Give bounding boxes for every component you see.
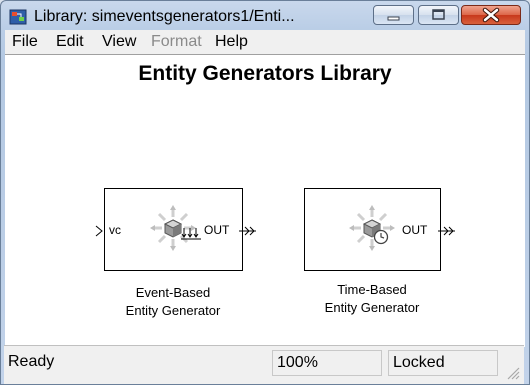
output-port-label: OUT xyxy=(204,223,230,237)
output-port-arrow-icon xyxy=(239,226,256,236)
close-button[interactable] xyxy=(461,5,521,25)
menu-view[interactable]: View xyxy=(102,33,136,51)
event-based-generator-label: Event-Based Entity Generator xyxy=(88,284,258,320)
label-line: Event-Based xyxy=(135,285,211,300)
event-arrows-icon xyxy=(181,228,201,240)
label-line: Entity Generator xyxy=(324,300,420,315)
lock-state: Locked xyxy=(388,350,498,376)
menu-format[interactable]: Format xyxy=(151,33,202,51)
input-port-arrow-icon xyxy=(95,225,103,237)
minimize-button[interactable] xyxy=(373,5,414,25)
menu-bar: File Edit View Format Help xyxy=(5,30,525,54)
library-window: Library: simeventsgenerators1/Enti... Fi… xyxy=(0,0,530,385)
simulink-app-icon xyxy=(9,9,27,25)
title-bar[interactable]: Library: simeventsgenerators1/Enti... xyxy=(1,1,529,31)
menu-edit[interactable]: Edit xyxy=(56,33,84,51)
zoom-level: 100% xyxy=(272,350,382,376)
label-line: Entity Generator xyxy=(125,303,221,318)
clock-icon xyxy=(373,229,389,245)
library-title: Entity Generators Library xyxy=(138,62,392,85)
window-title: Library: simeventsgenerators1/Enti... xyxy=(34,8,295,25)
output-port-arrow-icon xyxy=(438,226,455,236)
output-port-label: OUT xyxy=(402,223,428,237)
status-bar: Ready 100% Locked xyxy=(4,345,524,384)
minimize-icon xyxy=(387,16,400,21)
close-icon xyxy=(482,7,500,23)
maximize-button[interactable] xyxy=(418,5,459,25)
maximize-icon xyxy=(432,9,445,20)
input-port-label: vc xyxy=(109,223,121,237)
time-based-generator-label: Time-Based Entity Generator xyxy=(287,281,457,317)
menu-file[interactable]: File xyxy=(12,33,38,51)
status-text: Ready xyxy=(8,353,55,370)
menu-help[interactable]: Help xyxy=(215,33,248,51)
resize-grip-icon[interactable] xyxy=(506,366,520,380)
label-line: Time-Based xyxy=(337,282,407,297)
